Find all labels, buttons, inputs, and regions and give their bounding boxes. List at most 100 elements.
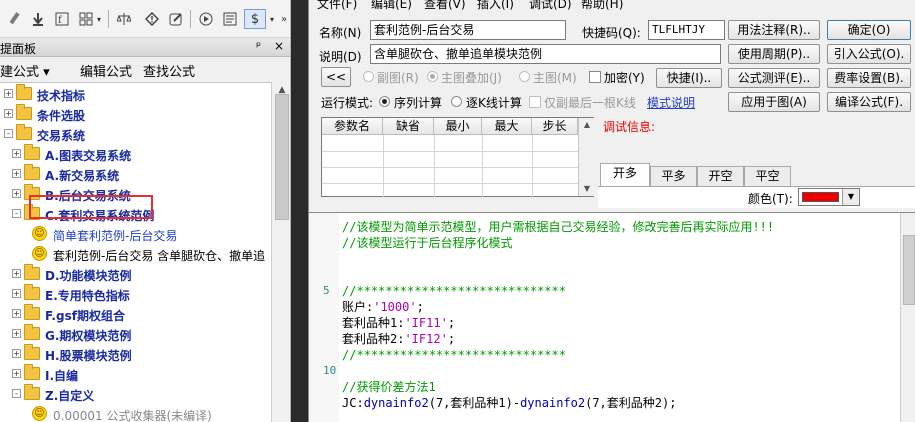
expand-icon[interactable]: + xyxy=(12,149,21,158)
dollar-icon[interactable]: $ xyxy=(244,9,266,29)
balance-icon[interactable] xyxy=(114,9,134,29)
close-icon[interactable]: × xyxy=(274,39,284,53)
list-icon[interactable] xyxy=(220,9,240,29)
parameter-table[interactable]: 参数名 缺省 最小 最大 步长 ▲ ▼ xyxy=(321,117,594,198)
fee-settings-button[interactable]: 费率设置(B). xyxy=(827,68,911,88)
menu-help[interactable]: 帮助(H) xyxy=(581,0,623,12)
tree-item[interactable]: + A.新交易系统 xyxy=(0,164,271,184)
tab-open-short[interactable]: 开空 xyxy=(697,166,744,186)
shortcode-field[interactable]: TLFLHTJY xyxy=(648,20,725,40)
shortcut-button[interactable]: 快捷(I).. xyxy=(656,68,722,88)
expand-icon[interactable]: + xyxy=(4,109,13,118)
tree-item[interactable]: + E.专用特色指标 xyxy=(0,284,271,304)
expand-icon[interactable]: + xyxy=(12,309,21,318)
tab-close-long[interactable]: 平多 xyxy=(650,166,697,186)
tree-item-label: 技术指标 xyxy=(37,89,86,103)
expand-icon[interactable]: + xyxy=(12,269,21,278)
last-bar-checkbox[interactable] xyxy=(529,96,541,108)
expand-icon[interactable]: + xyxy=(12,289,21,298)
color-select[interactable]: ▼ xyxy=(798,188,860,206)
tree-item[interactable]: ☺ 0.00001 公式收集器(未编译) xyxy=(0,404,271,422)
highlight-box xyxy=(29,195,153,219)
tab-open-long[interactable]: 开多 xyxy=(600,163,650,186)
menu-insert[interactable]: 插入(I) xyxy=(477,0,514,12)
menu-find-formula[interactable]: 查找公式 xyxy=(143,61,195,80)
editor-scrollbar[interactable] xyxy=(900,213,915,422)
chevron-down-icon[interactable]: ▾ xyxy=(94,9,104,29)
tree-item[interactable]: ☺ 套利范例-后台交易 含单腿砍仓、撤单追 xyxy=(0,244,271,264)
function-icon[interactable]: f xyxy=(52,9,72,29)
expand-icon[interactable]: + xyxy=(12,369,21,378)
expand-icon[interactable]: + xyxy=(12,329,21,338)
expand-icon[interactable]: + xyxy=(4,89,13,98)
panel-titlebar: 提面板 ᵖ × xyxy=(0,38,290,57)
menu-new-formula[interactable]: 建公式 ▾ xyxy=(0,61,50,80)
scroll-down-icon[interactable]: ▼ xyxy=(582,184,592,193)
menu-file[interactable]: 文件(F) xyxy=(317,0,357,12)
grid-icon[interactable] xyxy=(76,9,96,29)
down-arrow-icon[interactable] xyxy=(28,9,48,29)
tree-item[interactable]: + 条件选股 xyxy=(0,104,271,124)
code-editor[interactable]: 5 10 //该模型为简单示范模型，用户需根据自己交易经验，修改完善后再实际应用!… xyxy=(309,212,915,422)
scrollbar-thumb[interactable] xyxy=(275,94,289,220)
name-field[interactable]: 套利范例-后台交易 xyxy=(370,20,566,40)
tree-item[interactable]: + 技术指标 xyxy=(0,84,271,104)
pin-icon[interactable]: ᵖ xyxy=(256,39,261,53)
usage-notes-button[interactable]: 用法注释(R).. xyxy=(728,20,820,40)
collapse-icon[interactable]: - xyxy=(12,389,21,398)
tab-close-short[interactable]: 平空 xyxy=(744,166,791,186)
tree-item[interactable]: - Z.自定义 xyxy=(0,384,271,404)
param-scrollbar[interactable]: ▲ ▼ xyxy=(578,118,594,196)
folder-icon xyxy=(16,104,32,120)
expand-icon[interactable]: + xyxy=(12,189,21,198)
code-line: 套利品种2:'IF12'; xyxy=(342,331,455,347)
overlay-radio-main[interactable] xyxy=(519,71,530,82)
tree-item[interactable]: + F.gsf期权组合 xyxy=(0,304,271,324)
run-radio-per-bar[interactable] xyxy=(451,96,462,107)
usage-period-button[interactable]: 使用周期(P).. xyxy=(728,44,820,64)
expand-icon[interactable]: + xyxy=(12,169,21,178)
collapse-icon[interactable]: - xyxy=(12,209,21,218)
menu-edit[interactable]: 编辑(E) xyxy=(371,0,412,12)
menu-view[interactable]: 查看(V) xyxy=(424,0,466,12)
tree-scrollbar[interactable]: ▲ xyxy=(271,82,290,422)
scroll-up-icon[interactable]: ▲ xyxy=(582,120,592,129)
import-formula-button[interactable]: 引入公式(O). xyxy=(827,44,911,64)
overlay-radio-main-overlay[interactable] xyxy=(427,71,438,82)
folder-icon xyxy=(24,364,40,380)
collapse-button[interactable]: << xyxy=(321,67,351,87)
run-radio-series[interactable] xyxy=(379,96,390,107)
tree-item[interactable]: ☺ 简单套利范例-后台交易 xyxy=(0,224,271,244)
overlay-radio-subchart[interactable] xyxy=(363,71,374,82)
expand-icon[interactable]: + xyxy=(12,349,21,358)
scrollbar-thumb[interactable] xyxy=(903,235,915,305)
tree-item[interactable]: + D.功能模块范例 xyxy=(0,264,271,284)
formula-manager-panel: f ▾ $ ▾ » 提面板 ᵖ × 建公式 ▾ 编辑公式 查找公式 + 技术指标… xyxy=(0,0,291,422)
ok-button[interactable]: 确定(O) xyxy=(827,20,911,40)
tree-item-label: F.gsf期权组合 xyxy=(45,309,125,323)
code-token: JC: xyxy=(342,396,364,410)
tree-item[interactable]: + I.自编 xyxy=(0,364,271,384)
tree-item[interactable]: + G.期权模块范例 xyxy=(0,324,271,344)
tree-item[interactable]: - 交易系统 xyxy=(0,124,271,144)
edit-icon[interactable] xyxy=(166,9,186,29)
tree-item[interactable]: + H.股票模块范例 xyxy=(0,344,271,364)
alert-icon[interactable] xyxy=(142,9,162,29)
desc-field[interactable]: 含单腿砍仓、撤单追单模块范例 xyxy=(370,44,721,64)
compile-formula-button[interactable]: 编译公式(F). xyxy=(827,92,911,112)
code-token: ; xyxy=(447,332,456,346)
tree-item[interactable]: + A.图表交易系统 xyxy=(0,144,271,164)
apply-to-chart-button[interactable]: 应用于图(A) xyxy=(728,92,820,112)
folder-icon xyxy=(16,84,32,100)
mode-help-link[interactable]: 模式说明 xyxy=(647,94,695,111)
collapse-icon[interactable]: - xyxy=(4,129,13,138)
chevron-down-icon[interactable]: ▾ xyxy=(267,9,277,29)
chevron-down-icon[interactable]: ▼ xyxy=(842,189,859,205)
encrypt-checkbox[interactable] xyxy=(589,71,601,83)
menu-edit-formula[interactable]: 编辑公式 xyxy=(80,61,132,80)
more-icon[interactable]: » xyxy=(278,9,290,29)
pencil-ruler-icon[interactable] xyxy=(4,9,24,29)
play-icon[interactable] xyxy=(196,9,216,29)
menu-debug[interactable]: 调试(D) xyxy=(529,0,572,12)
formula-test-button[interactable]: 公式测评(E).. xyxy=(728,68,820,88)
